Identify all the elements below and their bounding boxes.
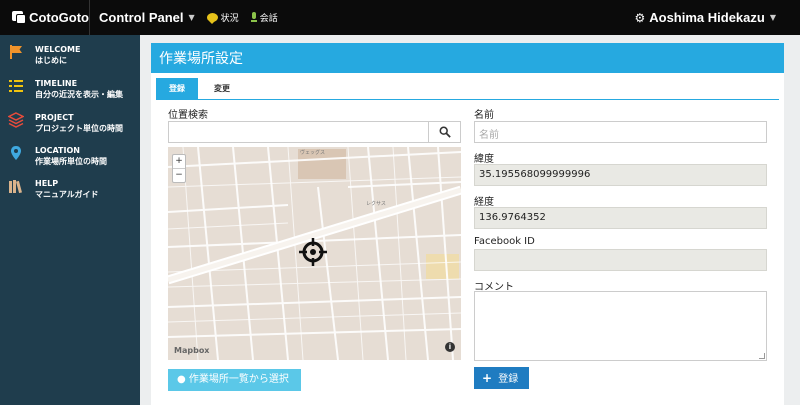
name-label: 名前: [474, 110, 494, 121]
sidebar-item-location[interactable]: LOCATION 作業場所単位の時間: [0, 140, 140, 174]
nav-talk-label: 会話: [259, 14, 278, 24]
user-menu[interactable]: ⚙ Aoshima Hidekazu ▼: [634, 0, 776, 35]
sidebar-item-title: TIMELINE: [35, 79, 78, 88]
nav-status-label: 状況: [220, 14, 239, 24]
layers-icon: [8, 112, 24, 128]
sidebar-item-welcome[interactable]: WELCOME はじめに: [0, 39, 140, 73]
search-button[interactable]: [428, 121, 461, 143]
map-label: ヴェッグス: [300, 149, 325, 156]
speech-bubble-icon: [206, 13, 218, 24]
register-button[interactable]: + 登録: [474, 367, 529, 389]
location-search-input[interactable]: [168, 121, 429, 143]
flag-icon: [10, 45, 22, 59]
facebook-id-field[interactable]: [474, 249, 767, 271]
latitude-label: 緯度: [474, 154, 494, 165]
list-icon: [9, 80, 23, 92]
plus-icon: +: [482, 371, 493, 385]
brand-name: CotoGoto: [29, 10, 89, 25]
location-search-label: 位置検索: [168, 110, 208, 121]
map-pin-icon: [11, 146, 21, 160]
map-pin-icon: ●: [177, 374, 186, 385]
nav-talk-link[interactable]: 会話: [250, 11, 278, 24]
sidebar-item-project[interactable]: PROJECT プロジェクト単位の時間: [0, 107, 140, 141]
brand-link[interactable]: CotoGoto: [0, 0, 90, 35]
map-label: レクサス: [366, 201, 386, 207]
zoom-control: + −: [172, 154, 186, 183]
name-input[interactable]: 名前: [474, 121, 767, 143]
sidebar-item-subtitle: はじめに: [35, 56, 67, 65]
latitude-field[interactable]: 35.195568099999996: [474, 164, 767, 186]
comment-textarea[interactable]: [474, 291, 767, 361]
chevron-down-icon: ▼: [188, 13, 195, 22]
tab-change[interactable]: 変更: [202, 78, 242, 100]
map-canvas: ヴェッグス レクサス: [168, 147, 461, 360]
tab-bar: 登録 変更: [156, 78, 779, 100]
gear-icon: ⚙: [634, 10, 646, 25]
sidebar-item-title: LOCATION: [35, 146, 80, 155]
zoom-out-button[interactable]: −: [173, 169, 185, 183]
select-from-list-label: 作業場所一覧から選択: [188, 374, 289, 385]
info-icon[interactable]: i: [445, 342, 455, 352]
sidebar-item-subtitle: プロジェクト単位の時間: [35, 124, 123, 133]
user-name: Aoshima Hidekazu: [649, 10, 765, 25]
facebook-id-label: Facebook ID: [474, 236, 535, 247]
top-navbar: CotoGoto Control Panel ▼ 状況 会話 ⚙ Aoshima…: [0, 0, 800, 35]
sidebar-item-title: HELP: [35, 179, 59, 188]
search-icon: [439, 126, 451, 138]
control-panel-menu[interactable]: Control Panel ▼: [90, 0, 195, 35]
sidebar-item-subtitle: 作業場所単位の時間: [35, 157, 107, 166]
select-from-list-button[interactable]: ● 作業場所一覧から選択: [168, 369, 301, 391]
mapbox-logo: Mapbox: [174, 346, 210, 355]
name-placeholder: 名前: [479, 130, 499, 141]
chevron-down-icon: ▼: [769, 13, 776, 22]
map-view[interactable]: ヴェッグス レクサス + − Mapbox i: [168, 147, 461, 360]
longitude-label: 経度: [474, 197, 494, 208]
sidebar-item-timeline[interactable]: TIMELINE 自分の近況を表示・編集: [0, 73, 140, 107]
resize-grip-icon[interactable]: [759, 353, 765, 359]
tab-register[interactable]: 登録: [156, 78, 198, 100]
longitude-field[interactable]: 136.9764352: [474, 207, 767, 229]
panel-title: 作業場所設定: [151, 43, 784, 73]
sidebar-item-title: PROJECT: [35, 113, 74, 122]
main-panel: 作業場所設定 登録 変更 位置検索 ヴェッグス レクサス + − Mapbox …: [151, 43, 784, 405]
logo-icon: [12, 11, 26, 24]
microphone-icon: [250, 12, 257, 23]
nav-status-link[interactable]: 状況: [206, 11, 239, 24]
register-button-label: 登録: [498, 374, 519, 385]
sidebar-item-subtitle: マニュアルガイド: [35, 190, 99, 199]
sidebar-item-title: WELCOME: [35, 45, 81, 54]
sidebar: WELCOME はじめに TIMELINE 自分の近況を表示・編集 PROJEC…: [0, 35, 140, 405]
sidebar-item-help[interactable]: HELP マニュアルガイド: [0, 173, 140, 207]
zoom-in-button[interactable]: +: [173, 155, 185, 169]
sidebar-item-subtitle: 自分の近況を表示・編集: [35, 90, 123, 99]
books-icon: [9, 180, 23, 194]
control-panel-label: Control Panel: [99, 10, 184, 25]
